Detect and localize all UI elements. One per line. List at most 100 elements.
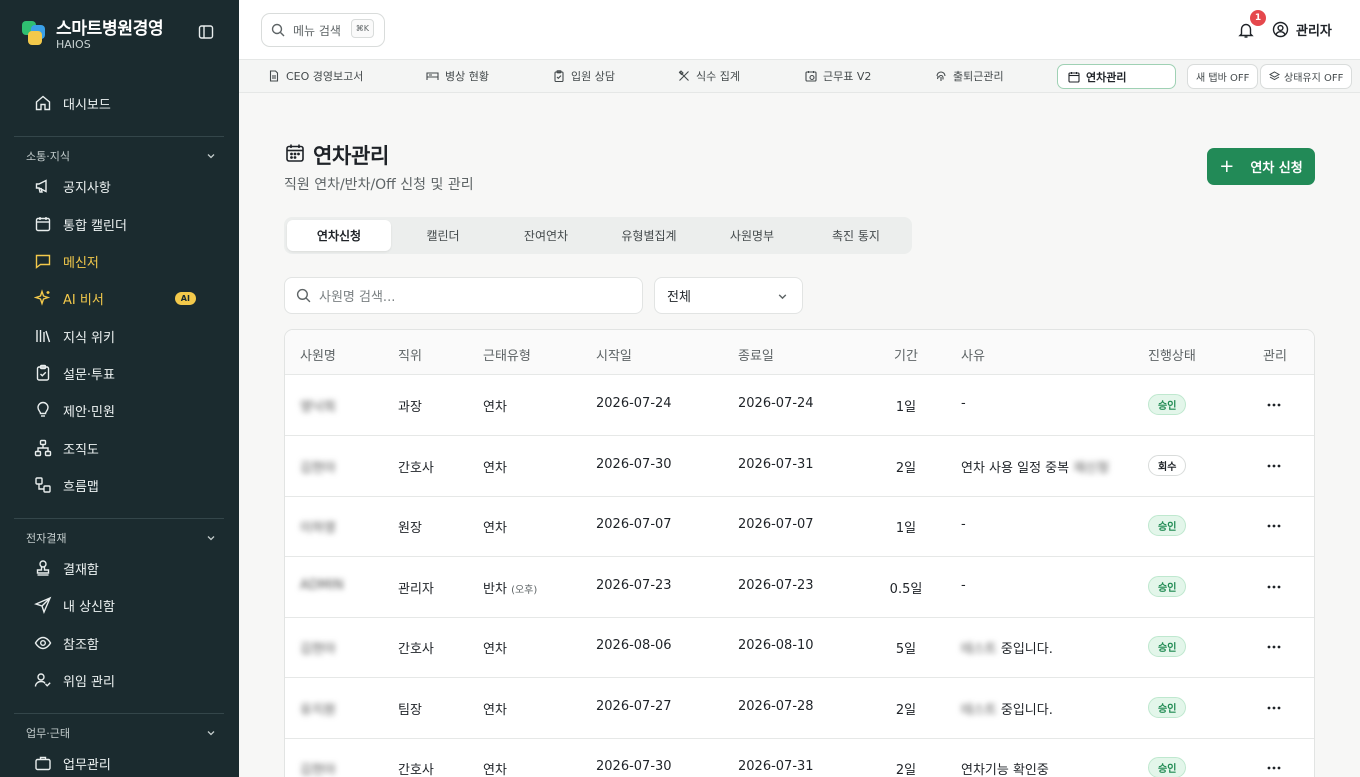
keep-state-toggle[interactable]: 상태유지 OFF xyxy=(1260,64,1353,89)
tab-bed-status[interactable]: 병상 현황 xyxy=(426,68,489,84)
table-row[interactable]: 김현아 간호사 연차 2026-07-30 2026-07-31 2일 연차 사용 일정 중… xyxy=(285,436,1314,497)
sidebar-item-wiki[interactable]: 지식 위키 xyxy=(34,324,115,348)
new-tabbar-toggle[interactable]: 새 탭바 OFF xyxy=(1187,64,1259,89)
sidebar-toggle-icon[interactable] xyxy=(198,24,214,40)
tab-remaining-leave[interactable]: 잔여연차 xyxy=(494,220,598,251)
reason-text: 연차 사용 일정 중복 xyxy=(961,460,1070,476)
column-header[interactable]: 근태유형 xyxy=(483,345,531,364)
toggle-label: 상태유지 OFF xyxy=(1284,73,1344,84)
type-note: (오후) xyxy=(511,584,538,596)
sidebar-item-task-management[interactable]: 업무관리 xyxy=(34,751,111,775)
reason-cell: - xyxy=(961,578,966,593)
sidebar-item-my-submissions[interactable]: 내 상신함 xyxy=(34,593,115,617)
sidebar-item-reference[interactable]: 참조함 xyxy=(34,631,99,655)
employee-name[interactable]: 김현아 xyxy=(300,457,336,476)
menu-search-input[interactable]: 메뉴 검색 ⌘K xyxy=(261,13,385,47)
table-row[interactable]: 김현아 간호사 연차 2026-08-06 2026-08-10 5일 테스트 중입니다. 승인 xyxy=(285,617,1314,678)
more-horizontal-icon[interactable] xyxy=(1267,645,1281,649)
section-label: 소통·지식 xyxy=(26,150,70,163)
employee-name[interactable]: 김현아 xyxy=(300,638,336,657)
tab-attendance[interactable]: 출퇴근관리 xyxy=(935,68,1004,84)
sidebar-item-delegation[interactable]: 위임 관리 xyxy=(34,668,115,692)
more-horizontal-icon[interactable] xyxy=(1267,464,1281,468)
sidebar-item-label: 메신저 xyxy=(63,255,99,271)
tab-leave-request[interactable]: 연차신청 xyxy=(287,220,391,251)
leave-type-cell: 연차 xyxy=(483,396,507,415)
sidebar-item-label: 흐름맵 xyxy=(63,479,99,495)
sidebar-item-approval-box[interactable]: 결재함 xyxy=(34,556,99,580)
tab-admission-consult[interactable]: 입원 상담 xyxy=(553,68,615,84)
leave-type-cell: 연차 xyxy=(483,699,507,718)
sidebar-item-dashboard[interactable]: 대시보드 xyxy=(34,91,111,115)
column-header[interactable]: 기간 xyxy=(894,345,918,364)
employee-name[interactable]: 이하영 xyxy=(300,517,336,536)
more-horizontal-icon[interactable] xyxy=(1267,524,1281,528)
sidebar-item-org-chart[interactable]: 조직도 xyxy=(34,436,99,460)
employee-name[interactable]: 영낙희 xyxy=(300,396,336,415)
leave-type-cell: 연차 xyxy=(483,457,507,476)
user-menu[interactable]: 관리자 xyxy=(1272,20,1332,39)
tab-promotion-notice[interactable]: 촉진 통지 xyxy=(804,220,908,251)
column-header[interactable]: 종료일 xyxy=(738,345,774,364)
status-badge: 승인 xyxy=(1148,515,1187,536)
tab-meal-count[interactable]: 식수 집계 xyxy=(678,68,740,84)
utensils-icon xyxy=(678,70,689,81)
sidebar-item-messenger[interactable]: 메신저 xyxy=(34,249,99,273)
employee-search-input[interactable]: 사원명 검색... xyxy=(284,277,643,314)
tab-label: 근무표 V2 xyxy=(823,70,872,83)
tab-label: 연차관리 xyxy=(1086,70,1127,84)
report-icon xyxy=(269,70,279,82)
brand[interactable]: 스마트병원경영 HAIOS xyxy=(22,12,222,52)
column-header[interactable]: 사유 xyxy=(961,345,985,364)
column-header[interactable]: 시작일 xyxy=(596,345,632,364)
tab-type-summary[interactable]: 유형별집계 xyxy=(597,220,701,251)
leave-type-cell: 연차 xyxy=(483,638,507,657)
status-filter-select[interactable]: 전체 xyxy=(654,277,803,314)
more-horizontal-icon[interactable] xyxy=(1267,403,1281,407)
tab-schedule-v2[interactable]: 근무표 V2 xyxy=(805,68,871,84)
period-cell: 5일 xyxy=(895,642,917,657)
leave-type: 연차 xyxy=(483,763,507,777)
table-row[interactable]: ADMIN 관리자 반차 (오후) 2026-07-23 2026-07-23 0.5일 -… xyxy=(285,557,1314,618)
more-horizontal-icon[interactable] xyxy=(1267,585,1281,589)
start-date-cell: 2026-07-07 xyxy=(596,517,672,532)
table-row[interactable]: 유지원 팀장 연차 2026-07-27 2026-07-28 2일 테스트 중입니다. 승인 xyxy=(285,678,1314,739)
more-horizontal-icon[interactable] xyxy=(1267,706,1281,710)
employee-name[interactable]: ADMIN xyxy=(300,578,344,593)
tab-employee-roster[interactable]: 사원명부 xyxy=(700,220,804,251)
sidebar-item-survey[interactable]: 설문·투표 xyxy=(34,361,115,385)
search-icon xyxy=(296,288,311,303)
table-row[interactable]: 김현아 간호사 연차 2026-07-30 2026-07-31 2일 연차기능 확인중 승인 xyxy=(285,738,1314,777)
employee-name[interactable]: 유지원 xyxy=(300,699,336,718)
leave-type-cell: 반차 (오후) xyxy=(483,578,537,597)
sidebar-item-ai-assistant[interactable]: AI 비서 AI xyxy=(34,286,196,310)
plus-icon: + xyxy=(1219,155,1235,177)
sidebar-item-suggestion[interactable]: 제안·민원 xyxy=(34,398,115,422)
sidebar-item-flowmap[interactable]: 흐름맵 xyxy=(34,473,99,497)
period-cell: 1일 xyxy=(895,521,917,536)
position-cell: 간호사 xyxy=(398,460,434,476)
tab-ceo-report[interactable]: CEO 경영보고서 xyxy=(268,68,363,84)
column-header[interactable]: 직위 xyxy=(398,345,422,364)
leave-type: 연차 xyxy=(483,642,507,657)
sidebar-item-label: 참조함 xyxy=(63,637,99,653)
select-value: 전체 xyxy=(667,290,691,305)
sidebar-item-notice[interactable]: 공지사항 xyxy=(34,174,111,198)
more-horizontal-icon[interactable] xyxy=(1267,766,1281,770)
section-header-approval[interactable]: 전자결재 xyxy=(26,530,216,546)
table-row[interactable]: 이하영 원장 연차 2026-07-07 2026-07-07 1일 - 승인 xyxy=(285,496,1314,557)
employee-name[interactable]: 김현아 xyxy=(300,759,336,777)
table-row[interactable]: 영낙희 과장 연차 2026-07-24 2026-07-24 1일 - 승인 xyxy=(285,375,1314,436)
apply-leave-button[interactable]: + 연차 신청 xyxy=(1207,148,1315,185)
section-header-work[interactable]: 업무·근태 xyxy=(26,725,216,741)
section-header-communication[interactable]: 소통·지식 xyxy=(26,148,216,164)
sidebar-item-calendar[interactable]: 통합 캘린더 xyxy=(34,212,127,236)
tab-leave-management[interactable]: 연차관리 xyxy=(1057,64,1176,89)
sidebar-item-label: 위임 관리 xyxy=(63,674,115,690)
column-header[interactable]: 사원명 xyxy=(300,345,336,364)
column-header[interactable]: 진행상태 xyxy=(1148,345,1196,364)
column-header: 관리 xyxy=(1263,349,1287,364)
start-date-cell: 2026-07-23 xyxy=(596,577,672,593)
end-date-cell: 2026-07-24 xyxy=(738,396,814,411)
tab-calendar[interactable]: 캘린더 xyxy=(391,220,495,251)
